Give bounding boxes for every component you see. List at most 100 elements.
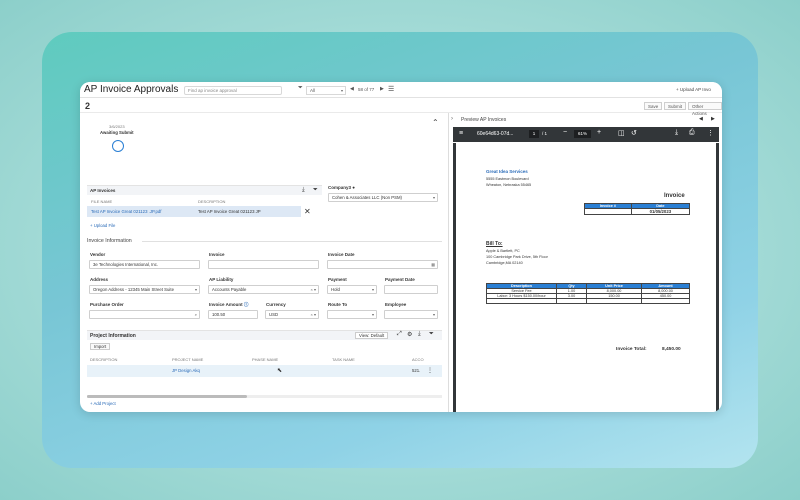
prev-record-icon[interactable]: ◀ xyxy=(350,86,354,92)
chevron-right-icon[interactable]: › xyxy=(451,116,453,122)
payment-date-field[interactable] xyxy=(384,285,438,294)
scrollbar[interactable] xyxy=(87,395,442,398)
prev-preview-icon[interactable]: ◀ xyxy=(699,116,703,122)
invoice-meta-table: Invoice # Date 01/05/2023 xyxy=(584,203,691,215)
invoice-field[interactable] xyxy=(208,260,319,269)
vendor-select[interactable]: 3e Technologies International, Inc. xyxy=(89,260,200,269)
filter-icon[interactable]: ⏷ xyxy=(298,85,303,92)
info-icon: ⓘ xyxy=(243,302,249,307)
invoice-total-label: Invoice Total: xyxy=(616,347,647,352)
bill-to-address-2: Cambridge,MA 02140 xyxy=(486,261,523,265)
other-actions-button[interactable]: Other Actions xyxy=(688,102,722,116)
purchase-order-label: Purchase Order xyxy=(90,302,124,307)
vendor-address-1: 5555 Eastmon Boulevard xyxy=(486,177,529,181)
project-info-header: Project Information View: Default ⤢ ⚙ ⤓ … xyxy=(87,330,442,340)
download-icon[interactable]: ⤓ xyxy=(302,187,305,194)
expand-icon[interactable]: ⤢ xyxy=(397,331,402,338)
menu-icon[interactable]: ≡ xyxy=(459,130,463,137)
pdf-toolbar: ≡ 60e64d63-07d... 1 / 1 − 61% + ◫ ↺ ⤓ ⎙ … xyxy=(453,127,719,142)
next-preview-icon[interactable]: ▶ xyxy=(711,116,715,122)
record-bar: 2 Save Submit Other Actions xyxy=(80,99,722,116)
top-bar: AP Invoice Approvals Find ap invoice app… xyxy=(80,82,722,98)
filter-select[interactable]: All ▾ xyxy=(306,86,346,95)
route-to-label: Route To xyxy=(328,302,348,307)
address-select[interactable]: Oregon Address - 12345 Main Street Suite… xyxy=(89,285,200,294)
search-input[interactable]: Find ap invoice approval xyxy=(184,86,282,95)
file-link[interactable]: Test AP Invoice Great 021123 .JP.pdf xyxy=(91,209,161,214)
invoice-info-title: Invoice Information xyxy=(87,238,132,244)
bill-to-address-1: 100 Cambridge Park Drive, 5th Floor xyxy=(486,255,548,259)
account-header: ACCO xyxy=(412,357,424,362)
table-row[interactable]: JP Design Akq ⬉ 521. ⋮ xyxy=(87,365,442,377)
vendor-name: Great Idea Services xyxy=(486,169,528,174)
submit-button[interactable]: Submit xyxy=(664,102,687,110)
employee-select[interactable]: ▾ xyxy=(384,310,438,319)
fit-page-icon[interactable]: ◫ xyxy=(618,129,625,137)
add-project-link[interactable]: + Add Project xyxy=(90,401,116,406)
bill-to-name: Apple & Bartlett, PC xyxy=(486,249,520,253)
next-record-icon[interactable]: ▶ xyxy=(380,86,384,92)
search-icon[interactable]: ⌕ xyxy=(195,311,197,318)
filter-icon[interactable]: ⏷ xyxy=(429,331,434,338)
currency-select[interactable]: USD × ▾ xyxy=(265,310,319,319)
route-to-select[interactable]: ▾ xyxy=(327,310,377,319)
workflow-circle-icon xyxy=(112,140,124,152)
preview-title: Preview AP Invoices xyxy=(461,117,507,123)
invoice-date-label: Invoice Date xyxy=(328,252,355,257)
rotate-icon[interactable]: ↺ xyxy=(631,129,637,137)
ap-liability-label: AP Liability xyxy=(209,277,234,282)
record-number: 2 xyxy=(85,101,91,111)
invoice-amount-label: Invoice Amount ⓘ xyxy=(209,302,249,307)
zoom-out-icon[interactable]: − xyxy=(563,129,567,136)
ap-invoices-header: AP Invoices ⤓ ⏷ xyxy=(87,185,322,195)
form-panel: 3/6/2023 Awaiting Submit ⌃ AP Invoices ⤓… xyxy=(80,113,448,412)
app-window: AP Invoice Approvals Find ap invoice app… xyxy=(80,82,722,412)
project-name-cell[interactable]: JP Design Akq xyxy=(172,368,200,373)
row-menu-icon[interactable]: ⋮ xyxy=(427,367,433,374)
table-row[interactable]: Test AP Invoice Great 021123 .JP.pdf Tes… xyxy=(87,206,301,217)
app-title: AP Invoice Approvals xyxy=(84,84,179,95)
calendar-icon[interactable]: ▦ xyxy=(431,261,435,268)
task-name-header: TASK NAME xyxy=(332,357,355,362)
invoice-date-field[interactable]: ▦ xyxy=(327,260,438,269)
vendor-address-2: Wheaton, Nebraska 55465 xyxy=(486,183,532,187)
collapse-icon[interactable]: ⌃ xyxy=(432,118,439,127)
save-button[interactable]: Save xyxy=(644,102,663,110)
employee-label: Employee xyxy=(385,302,407,307)
vendor-label: Vendor xyxy=(90,252,106,257)
page-input[interactable]: 1 xyxy=(529,130,539,138)
gear-icon[interactable]: ⚙ xyxy=(407,331,412,338)
invoice-amount-field[interactable]: 100.50 xyxy=(208,310,258,319)
account-cell: 521. xyxy=(412,368,421,373)
preview-panel: › Preview AP Invoices ◀ ▶ ≡ 60e64d63-07d… xyxy=(448,113,722,412)
zoom-level[interactable]: 61% xyxy=(574,130,591,138)
upload-ap-invoice-link[interactable]: + Upload AP Invo xyxy=(676,87,711,92)
line-items-table: Description Qty Unit Price Amount Servic… xyxy=(486,283,690,304)
phase-name-header: PHASE NAME xyxy=(252,357,279,362)
list-view-icon[interactable]: ☰ xyxy=(388,85,394,93)
remove-icon[interactable]: ✕ xyxy=(304,207,311,216)
ap-liability-select[interactable]: Accounts Payable × ▾ xyxy=(208,285,319,294)
workflow-date: 3/6/2023 xyxy=(109,124,125,129)
zoom-in-icon[interactable]: + xyxy=(597,129,601,136)
payment-select[interactable]: Hold ▾ xyxy=(327,285,377,294)
address-label: Address xyxy=(90,277,109,282)
purchase-order-field[interactable]: ⌕ xyxy=(89,310,200,319)
divider xyxy=(142,241,442,242)
cursor-icon: ⬉ xyxy=(277,368,283,374)
upload-file-link[interactable]: + Upload File xyxy=(90,223,115,228)
download-icon[interactable]: ⤓ xyxy=(418,331,421,338)
filter-icon[interactable]: ⏷ xyxy=(313,187,318,194)
invoice-label: Invoice xyxy=(209,252,225,257)
payment-date-label: Payment Date xyxy=(385,277,415,282)
view-select[interactable]: View: Default xyxy=(355,332,389,339)
company-label: Company3 ● xyxy=(328,185,355,190)
more-icon[interactable]: ⋮ xyxy=(707,129,714,137)
workflow-step: Awaiting Submit xyxy=(100,130,134,135)
print-icon[interactable]: ⎙ xyxy=(689,129,695,137)
page-total: / 1 xyxy=(542,131,548,136)
import-button[interactable]: Import xyxy=(90,343,111,350)
company-select[interactable]: Cohen & Associates LLC (Non PSM) ▾ xyxy=(328,193,438,202)
pdf-file-name: 60e64d63-07d... xyxy=(477,131,514,137)
download-icon[interactable]: ⤓ xyxy=(675,129,678,137)
